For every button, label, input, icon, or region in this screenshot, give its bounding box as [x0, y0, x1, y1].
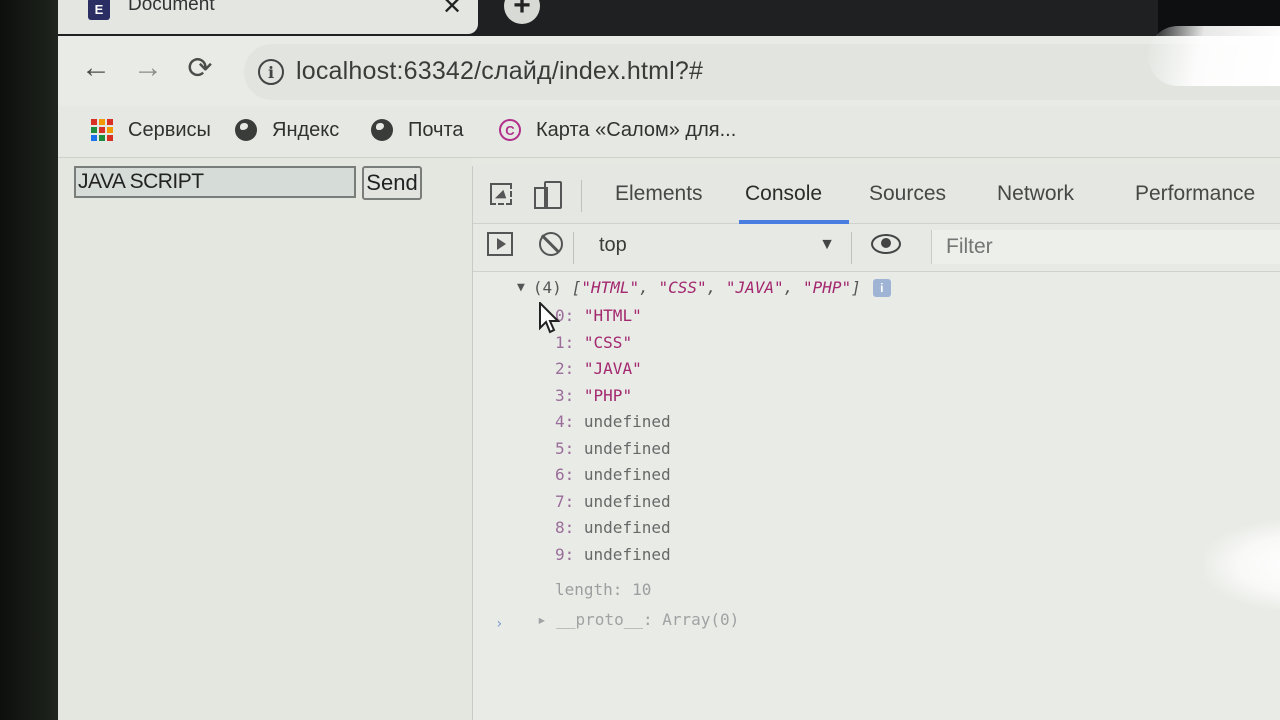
console-filter-input[interactable]: [931, 230, 1280, 264]
array-length-row: length: 10: [555, 580, 652, 599]
text-input[interactable]: [74, 166, 356, 198]
array-item-value: "PHP": [583, 385, 633, 405]
divider: [581, 180, 582, 212]
array-item-index: 3:: [555, 385, 575, 405]
array-item-row: 7: undefined: [555, 492, 671, 511]
caret-down-icon: ▼: [819, 236, 835, 253]
array-item-index: 1:: [555, 332, 575, 352]
reload-button[interactable]: ⟳: [182, 50, 218, 86]
console-toolbar: top ▼: [473, 224, 1280, 272]
array-item-value: "CSS": [583, 332, 633, 352]
array-item-index: 6:: [555, 465, 575, 484]
bookmark-salom-card[interactable]: C Карта «Салом» для...: [498, 118, 736, 142]
info-icon[interactable]: i: [872, 278, 891, 297]
array-item-value: undefined: [583, 412, 671, 431]
array-item-row: 2: "JAVA": [555, 359, 642, 378]
webstorm-favicon-icon: E: [88, 0, 110, 20]
array-item-row: 0: "HTML": [555, 306, 642, 325]
browser-toolbar: ← → ⟳ i localhost:63342/слайд/index.html…: [58, 36, 1280, 106]
live-expression-eye-icon[interactable]: [871, 234, 901, 254]
send-button[interactable]: Send: [362, 166, 422, 200]
bookmark-label: Карта «Салом» для...: [536, 118, 737, 141]
array-item-index: 7:: [555, 491, 575, 511]
tab-elements[interactable]: Elements: [615, 182, 703, 206]
array-item-row: 9: undefined: [555, 545, 671, 564]
array-item-row: 4: undefined: [555, 412, 671, 431]
tab-performance[interactable]: Performance: [1135, 182, 1255, 206]
array-item-index: 4:: [555, 412, 575, 431]
array-item-value: undefined: [583, 438, 671, 458]
clear-console-icon[interactable]: [539, 232, 563, 256]
array-item-row: 5: undefined: [555, 439, 671, 458]
bookmark-label: Сервисы: [128, 118, 211, 141]
monitor-bezel: [0, 0, 64, 720]
bookmark-mail[interactable]: Почта: [370, 118, 464, 142]
devtools-panel: Elements Console Sources Network Perform…: [472, 166, 1280, 720]
divider: [851, 232, 852, 264]
array-item-index: 9:: [555, 544, 575, 564]
context-selector[interactable]: top ▼: [587, 228, 847, 262]
bookmark-label: Яндекс: [272, 118, 340, 141]
context-value: top: [599, 234, 627, 256]
array-item-index: 2:: [555, 359, 575, 378]
divider: [573, 232, 574, 264]
tab-console[interactable]: Console: [745, 182, 822, 206]
page-viewport: Send: [58, 158, 472, 720]
address-bar[interactable]: i localhost:63342/слайд/index.html?#: [244, 44, 1280, 100]
bookmark-services[interactable]: Сервисы: [90, 118, 211, 142]
array-item-index: 5:: [555, 438, 575, 458]
new-tab-button[interactable]: +: [504, 0, 540, 24]
array-proto-row[interactable]: ▸ __proto__: Array(0): [537, 610, 739, 629]
array-item-value: undefined: [583, 465, 671, 484]
bookmark-label: Почта: [408, 118, 464, 141]
tab-network[interactable]: Network: [997, 182, 1074, 206]
browser-window: E Document ✕ + ← → ⟳ i localhost:63342/с…: [58, 0, 1280, 720]
tab-strip: E Document ✕ +: [58, 0, 1280, 36]
devtools-tab-bar: Elements Console Sources Network Perform…: [473, 166, 1280, 224]
array-item-value: undefined: [583, 491, 671, 511]
back-button[interactable]: ←: [78, 50, 114, 86]
globe-icon: [370, 118, 394, 142]
tab-title: Document: [128, 0, 215, 15]
console-prompt[interactable]: ›: [495, 616, 503, 632]
console-sidebar-icon[interactable]: [487, 232, 513, 256]
array-item-row: 1: "CSS": [555, 333, 632, 352]
globe-icon: [234, 118, 258, 142]
array-item-value: undefined: [583, 518, 671, 537]
apps-grid-icon: [90, 118, 114, 142]
browser-tab[interactable]: E Document ✕: [58, 0, 478, 34]
bookmarks-bar: Сервисы Яндекс Почта C Карта «Салом» для…: [58, 106, 1280, 158]
array-length-badge: (4): [532, 278, 562, 297]
console-output: ▼ (4) ["HTML", "CSS", "JAVA", "PHP"] i 0…: [473, 272, 1280, 720]
expand-caret-icon[interactable]: ▼: [517, 280, 525, 295]
array-item-value: "HTML": [583, 306, 642, 325]
array-log-entry[interactable]: ▼ (4) ["HTML", "CSS", "JAVA", "PHP"] i: [517, 278, 891, 297]
tab-sources[interactable]: Sources: [869, 182, 946, 206]
array-item-value: "JAVA": [583, 359, 642, 378]
array-item-value: undefined: [583, 544, 671, 564]
inspect-element-icon[interactable]: [487, 180, 515, 208]
close-tab-icon[interactable]: ✕: [442, 0, 462, 21]
screen-glare: [1148, 26, 1280, 86]
array-item-row: 6: undefined: [555, 465, 671, 484]
array-item-row: 3: "PHP": [555, 386, 632, 405]
site-info-icon[interactable]: i: [258, 59, 284, 85]
device-toolbar-icon[interactable]: [533, 180, 562, 209]
url-text[interactable]: localhost:63342/слайд/index.html?#: [296, 57, 703, 86]
array-item-row: 8: undefined: [555, 518, 671, 537]
forward-button[interactable]: →: [130, 50, 166, 86]
array-preview: ["HTML", "CSS", "JAVA", "PHP"]: [571, 278, 861, 297]
salom-icon: C: [498, 118, 522, 142]
screen-glare: [1204, 520, 1280, 610]
bookmark-yandex[interactable]: Яндекс: [234, 118, 339, 142]
array-item-index: 8:: [555, 518, 575, 537]
